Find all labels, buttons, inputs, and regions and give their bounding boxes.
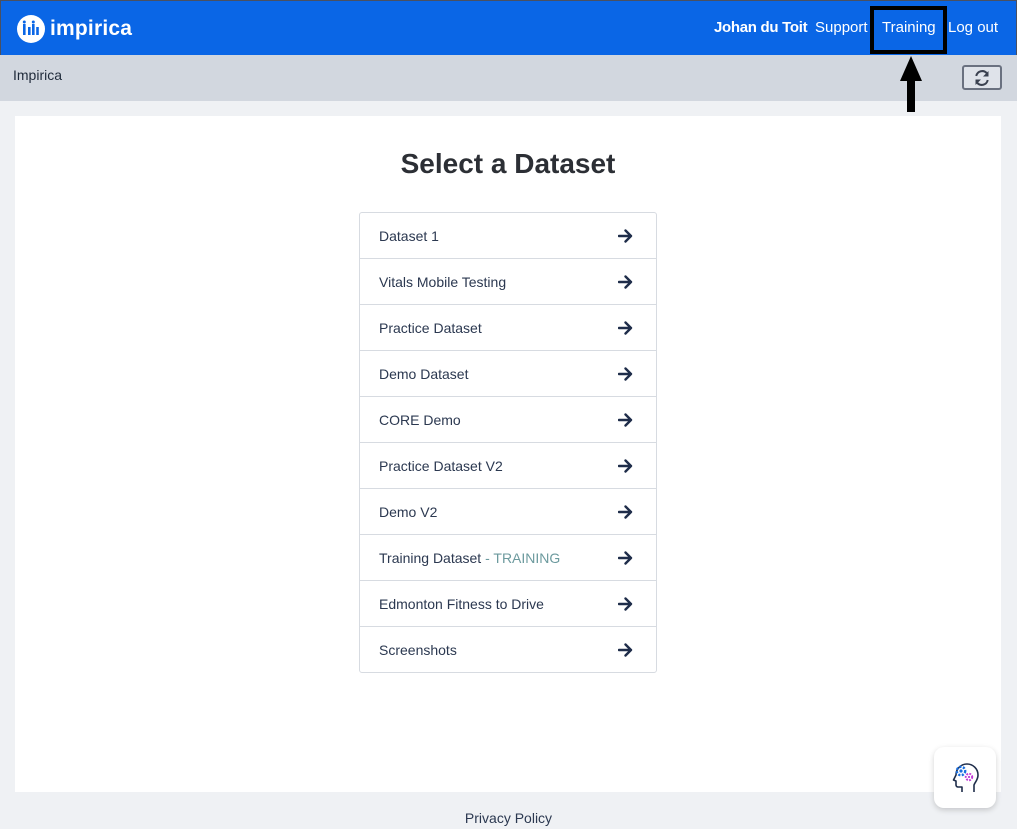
arrow-right-icon bbox=[618, 275, 633, 289]
dataset-list: Dataset 1 Vitals Mobile Testing Practice… bbox=[359, 212, 657, 673]
dataset-item[interactable]: Screenshots bbox=[360, 627, 656, 672]
nav-logout-link[interactable]: Log out bbox=[948, 19, 998, 36]
training-highlight-box bbox=[870, 6, 947, 54]
arrow-right-icon bbox=[618, 551, 633, 565]
arrow-right-icon bbox=[618, 505, 633, 519]
nav-support-link[interactable]: Support bbox=[815, 19, 868, 36]
dataset-tag: - TRAINING bbox=[481, 550, 561, 566]
dataset-label: Demo Dataset bbox=[379, 366, 469, 382]
dataset-item[interactable]: Vitals Mobile Testing bbox=[360, 259, 656, 305]
help-assistant-icon bbox=[952, 762, 979, 792]
arrow-right-icon bbox=[618, 597, 633, 611]
dataset-item[interactable]: Dataset 1 bbox=[360, 213, 656, 259]
arrow-right-icon bbox=[618, 643, 633, 657]
brand-name: impirica bbox=[50, 17, 133, 40]
sub-header: Impirica bbox=[0, 55, 1017, 101]
arrow-right-icon bbox=[618, 459, 633, 473]
nav-user-name[interactable]: Johan du Toit bbox=[714, 19, 808, 36]
main-card: Select a Dataset Dataset 1 Vitals Mobile… bbox=[15, 116, 1001, 792]
refresh-icon bbox=[975, 69, 989, 86]
dataset-label: CORE Demo bbox=[379, 412, 461, 428]
arrow-right-icon bbox=[618, 229, 633, 243]
dataset-label: Screenshots bbox=[379, 642, 457, 658]
dataset-label: Edmonton Fitness to Drive bbox=[379, 596, 544, 612]
impirica-logo-icon bbox=[17, 15, 45, 43]
refresh-button[interactable] bbox=[962, 65, 1002, 90]
brand-logo[interactable]: impirica bbox=[17, 14, 132, 44]
help-assistant-button[interactable] bbox=[934, 747, 996, 808]
dataset-label: Demo V2 bbox=[379, 504, 438, 520]
dataset-label: Training Dataset bbox=[379, 550, 482, 566]
dataset-item[interactable]: CORE Demo bbox=[360, 397, 656, 443]
arrow-right-icon bbox=[618, 413, 633, 427]
dataset-item[interactable]: Demo Dataset bbox=[360, 351, 656, 397]
arrow-right-icon bbox=[618, 367, 633, 381]
dataset-label: Dataset 1 bbox=[379, 228, 439, 244]
subheader-title: Impirica bbox=[13, 67, 63, 83]
dataset-label: Practice Dataset V2 bbox=[379, 458, 503, 474]
dataset-label: Practice Dataset bbox=[379, 320, 482, 336]
annotation-arrow-icon bbox=[900, 56, 922, 112]
page-title: Select a Dataset bbox=[400, 148, 616, 179]
dataset-item[interactable]: Demo V2 bbox=[360, 489, 656, 535]
dataset-item[interactable]: Practice Dataset V2 bbox=[360, 443, 656, 489]
dataset-item[interactable]: Training Dataset - TRAINING bbox=[360, 535, 656, 581]
dataset-item[interactable]: Practice Dataset bbox=[360, 305, 656, 351]
dataset-label: Vitals Mobile Testing bbox=[379, 274, 507, 290]
top-navbar: impirica Johan du Toit Support Training … bbox=[0, 0, 1017, 55]
privacy-policy-link[interactable]: Privacy Policy bbox=[0, 810, 1017, 826]
dataset-item[interactable]: Edmonton Fitness to Drive bbox=[360, 581, 656, 627]
arrow-right-icon bbox=[618, 321, 633, 335]
